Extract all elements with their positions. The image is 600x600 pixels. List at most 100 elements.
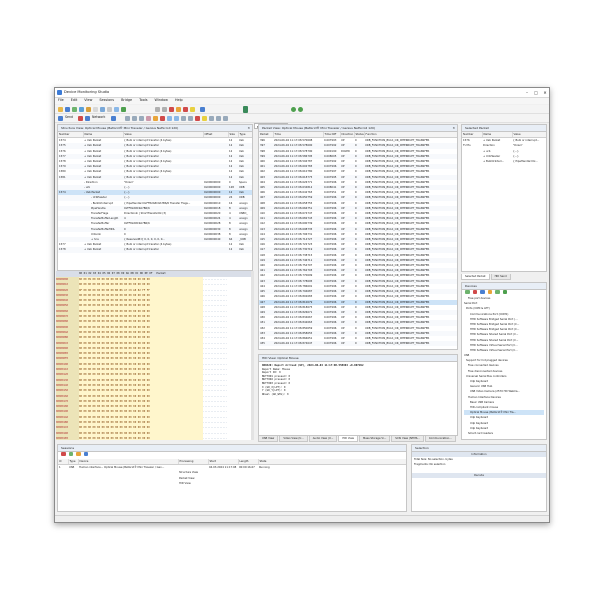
table-row[interactable]: 435 2024-06-04 11:17:08.874647 0.007996 UP 0…: [259, 341, 457, 347]
cell: 2024-06-04 11:17:08.874647: [274, 342, 313, 346]
hex-scrollbar[interactable]: [251, 271, 254, 440]
table-row[interactable]: + BulkOrInterr... { PipeHandle=0x...: [462, 159, 546, 164]
export-icon[interactable]: [114, 106, 119, 112]
hex-row[interactable]: 000001E0 00 00 00 00 00 00 00 00 00 00 00…: [56, 435, 253, 440]
cell: 12: [229, 248, 233, 252]
undo-icon[interactable]: [167, 115, 172, 121]
edit-icon[interactable]: [146, 115, 151, 121]
tab-hid-send[interactable]: HID Send: [490, 274, 511, 280]
sessions-header: Sessions: [58, 445, 406, 452]
bookmark-icon[interactable]: [200, 106, 205, 112]
cell: Usb: [239, 248, 244, 252]
go-icon[interactable]: [291, 106, 296, 112]
menu-edit[interactable]: Edit: [68, 98, 81, 104]
refresh-icon[interactable]: [480, 289, 485, 295]
pause-icon[interactable]: [86, 106, 91, 112]
view-tabs: USB View Video View (U... Audio View (U...…: [258, 436, 457, 442]
highlight-icon[interactable]: [153, 115, 158, 121]
filter-icon[interactable]: [100, 106, 105, 112]
zoom-in-icon[interactable]: [216, 115, 221, 121]
filter-icon[interactable]: [487, 289, 493, 295]
structure-view-title: Structure View: Optical Mouse (BetGrid® …: [61, 126, 179, 130]
plug-icon[interactable]: [495, 289, 500, 295]
close-icon[interactable]: ✕: [452, 125, 455, 131]
menu-bridge[interactable]: Bridge: [118, 98, 135, 104]
settings-icon[interactable]: [202, 115, 207, 121]
hid-report-details: 000420: Report Arrived (UP), 2024-06-04 …: [259, 362, 457, 398]
connect-icon[interactable]: [502, 289, 508, 295]
delete-icon[interactable]: [160, 115, 165, 121]
menu-view[interactable]: View: [81, 98, 95, 104]
tab-selected-packet[interactable]: Selected Packet: [461, 274, 490, 280]
redo-icon[interactable]: [174, 115, 179, 121]
selection-pane: Selection Information Total Size: No sel…: [411, 444, 547, 512]
new-session-icon[interactable]: [72, 106, 77, 112]
app-window: Device Monitoring Studio – □ ✕ File Edit…: [54, 87, 550, 523]
packet-view-title: Packet View: Optical Mouse (BetGrid® Min…: [262, 126, 376, 130]
table-row[interactable]: 1578 + Usb Packet { Bulk or interrupt tran…: [58, 247, 252, 253]
print-icon[interactable]: [209, 115, 214, 121]
grid-icon[interactable]: [162, 106, 167, 112]
open-icon[interactable]: [58, 106, 63, 112]
connect-icon[interactable]: [111, 115, 116, 121]
column-header[interactable]: Status: [354, 132, 365, 139]
column-header[interactable]: Direction: [340, 132, 355, 139]
view-tab[interactable]: USB View: [258, 436, 279, 442]
devices-toolbar: [464, 289, 508, 295]
start-icon[interactable]: [68, 451, 74, 457]
packet-view-pane: Packet View: Optical Mouse (BetGrid® Min…: [258, 124, 458, 350]
minimize-icon[interactable]: –: [523, 89, 531, 96]
sessions-toolbar: [60, 451, 89, 457]
warning-icon[interactable]: [176, 106, 181, 112]
hid-line: Wheel (GD_WHL): 0: [262, 392, 289, 396]
network-icon[interactable]: [85, 115, 90, 121]
send-icon[interactable]: [58, 115, 63, 121]
network-button[interactable]: Network: [92, 116, 105, 119]
save-icon[interactable]: [65, 106, 70, 112]
view-tab[interactable]: Communication...: [424, 436, 456, 442]
menu-window[interactable]: Window: [152, 98, 171, 104]
menu-sessions[interactable]: Sessions: [96, 98, 117, 104]
copy-icon[interactable]: [93, 106, 98, 112]
menu-help[interactable]: Help: [172, 98, 186, 104]
save-icon[interactable]: [83, 451, 89, 457]
align-left-icon[interactable]: [125, 115, 130, 121]
view-tab[interactable]: Mass Storage Vi...: [359, 436, 391, 442]
close-icon[interactable]: ✕: [541, 89, 549, 96]
star-icon[interactable]: [190, 106, 195, 112]
align-center-icon[interactable]: [132, 115, 137, 121]
remove-icon[interactable]: [78, 115, 83, 121]
menu-file[interactable]: File: [55, 98, 67, 104]
stop-icon[interactable]: [61, 451, 66, 457]
menu-tools[interactable]: Tools: [136, 98, 150, 104]
align-right-icon[interactable]: [139, 115, 144, 121]
maximize-icon[interactable]: □: [532, 89, 540, 96]
hex-header-label: Packet: [156, 272, 166, 275]
menu-bar: File Edit View Sessions Bridge Tools Win…: [55, 98, 549, 104]
panel-icon[interactable]: [243, 105, 248, 113]
devices-title: Devices: [465, 284, 477, 288]
refresh-icon[interactable]: [121, 106, 126, 112]
cut-icon[interactable]: [181, 115, 186, 121]
stop-icon[interactable]: [169, 106, 174, 112]
add-icon[interactable]: [465, 289, 470, 295]
view-tab[interactable]: HID View: [338, 436, 359, 442]
sessions-pane: Sessions Id Type Device Processing Start…: [57, 444, 407, 512]
session-subrow[interactable]: HID View: [58, 481, 406, 486]
paste-icon[interactable]: [188, 115, 193, 121]
close-icon[interactable]: ✕: [247, 125, 250, 131]
list-icon[interactable]: [155, 106, 160, 112]
play-icon[interactable]: [79, 106, 84, 112]
send-button[interactable]: Send: [65, 116, 73, 119]
find-icon[interactable]: [107, 106, 112, 112]
clear-icon[interactable]: [195, 115, 200, 121]
remove-icon[interactable]: [472, 289, 478, 295]
translate-icon[interactable]: [298, 106, 303, 112]
pause-icon[interactable]: [76, 451, 81, 457]
view-tab[interactable]: Video View (U...: [279, 436, 308, 442]
record-icon[interactable]: [183, 106, 188, 112]
view-tab[interactable]: Audio View (U...: [308, 436, 338, 442]
device-tree-item[interactable]: Smart card readers: [464, 431, 544, 436]
view-tab[interactable]: SCSI View (NTMS...: [391, 436, 424, 442]
zoom-out-icon[interactable]: [223, 115, 228, 121]
